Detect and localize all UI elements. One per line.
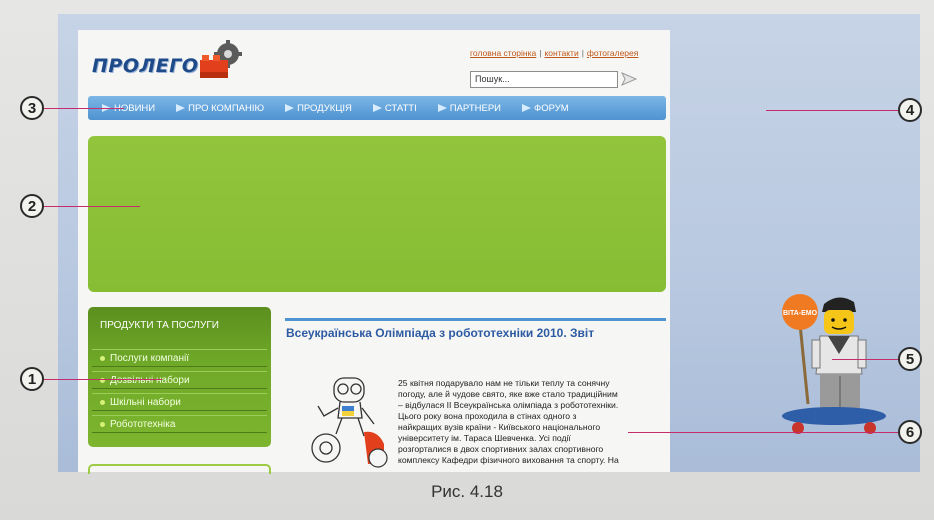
flag-icon <box>437 104 447 112</box>
callout-line-2 <box>44 206 140 207</box>
lego-gear-logo-icon <box>200 40 242 78</box>
nav-item-forum[interactable]: ФОРУМ <box>522 103 569 114</box>
bullet-icon <box>100 421 105 427</box>
article-headline[interactable]: Всеукраїнська Олімпіада з робототехніки … <box>286 326 594 340</box>
site-logo-text[interactable]: ПРОЛЕГО <box>92 55 199 77</box>
search-arrow-icon[interactable] <box>620 70 638 88</box>
top-links: головна сторінка | контакти | фотогалерея <box>470 48 639 58</box>
nav-item-partners[interactable]: ПАРТНЕРИ <box>437 102 501 114</box>
callout-3: 3 <box>20 96 44 120</box>
callout-line-1 <box>44 379 162 380</box>
article-text: 25 квітня подарувало нам не тільки теплу… <box>398 378 666 466</box>
nav-item-products[interactable]: ПРОДУКЦІЯ <box>285 103 352 114</box>
nav-item-articles[interactable]: СТАТТІ <box>372 102 417 114</box>
nav-label: ПАРТНЕРИ <box>449 102 501 114</box>
link-contacts[interactable]: контакти <box>544 48 578 58</box>
sidebar-title: ПРОДУКТИ ТА ПОСЛУГИ <box>100 320 219 331</box>
callout-6: 6 <box>898 420 922 444</box>
link-home[interactable]: головна сторінка <box>470 48 536 58</box>
bullet-icon <box>100 355 105 361</box>
figure-caption: Рис. 4.18 <box>431 482 503 501</box>
callout-line-3 <box>44 108 124 109</box>
callout-2: 2 <box>20 194 44 218</box>
article-line: розгорталися в двох спортивних залах спо… <box>398 444 604 454</box>
link-gallery[interactable]: фотогалерея <box>587 48 638 58</box>
nav-label: ПРОДУКЦІЯ <box>297 102 352 114</box>
flag-icon <box>372 104 382 112</box>
callout-line-5 <box>832 359 898 360</box>
nav-label: СТАТТІ <box>384 102 417 114</box>
callout-line-4 <box>766 110 898 111</box>
second-sidebar-panel <box>88 464 271 474</box>
sidebar-item-services[interactable]: Послуги компанії <box>92 349 267 367</box>
nav-item-about[interactable]: ПРО КОМПАНІЮ <box>176 103 264 114</box>
sign-text: BITA-EMO <box>783 310 818 317</box>
sidebar-item-label: Дозвільні набори <box>110 374 190 386</box>
sidebar-item-label: Робототехніка <box>110 418 176 430</box>
flag-icon <box>176 104 186 112</box>
article-line: 25 квітня подарувало нам не тільки теплу… <box>398 378 610 388</box>
nav-label: ПРО КОМПАНІЮ <box>188 102 265 114</box>
search-input[interactable]: Пошук... <box>470 71 618 88</box>
sidebar-item-leisure-sets[interactable]: Дозвільні набори <box>92 371 267 389</box>
headline-divider <box>285 318 666 321</box>
sidebar-item-school-sets[interactable]: Шкільні набори <box>92 393 267 411</box>
callout-1: 1 <box>20 367 44 391</box>
callout-4: 4 <box>898 98 922 122</box>
nav-label: ФОРУМ <box>534 102 569 114</box>
article-line: комплексу Кафедри фізичного виховання та… <box>398 455 619 465</box>
article-line: погоду, але й чудове свято, яке вже стал… <box>398 389 618 399</box>
bullet-icon <box>100 399 105 405</box>
sidebar-item-robotics[interactable]: Робототехніка <box>92 415 267 433</box>
callout-line-6 <box>628 432 898 433</box>
sidebar-item-label: Послуги компанії <box>110 352 190 364</box>
article-line: – відбулася II Всеукраїнська олімпіада з… <box>398 400 619 410</box>
article-line: університету ім. Тараса Шевченка. Усі по… <box>398 433 571 443</box>
lego-figure-illustration: BITA-EMO <box>782 294 886 434</box>
article-line: Цього року вона проходила в стінах одног… <box>398 411 577 421</box>
nav-bar: НОВИНИ ПРО КОМПАНІЮ ПРОДУКЦІЯ СТАТТІ ПАР… <box>88 96 666 120</box>
callout-5: 5 <box>898 347 922 371</box>
robot-illustration <box>311 377 388 468</box>
banner-area <box>88 136 666 292</box>
sidebar-item-label: Шкільні набори <box>110 396 181 408</box>
flag-icon <box>285 104 295 112</box>
article-line: найкращих вузів країни - Київського наці… <box>398 422 601 432</box>
flag-icon <box>522 104 531 112</box>
